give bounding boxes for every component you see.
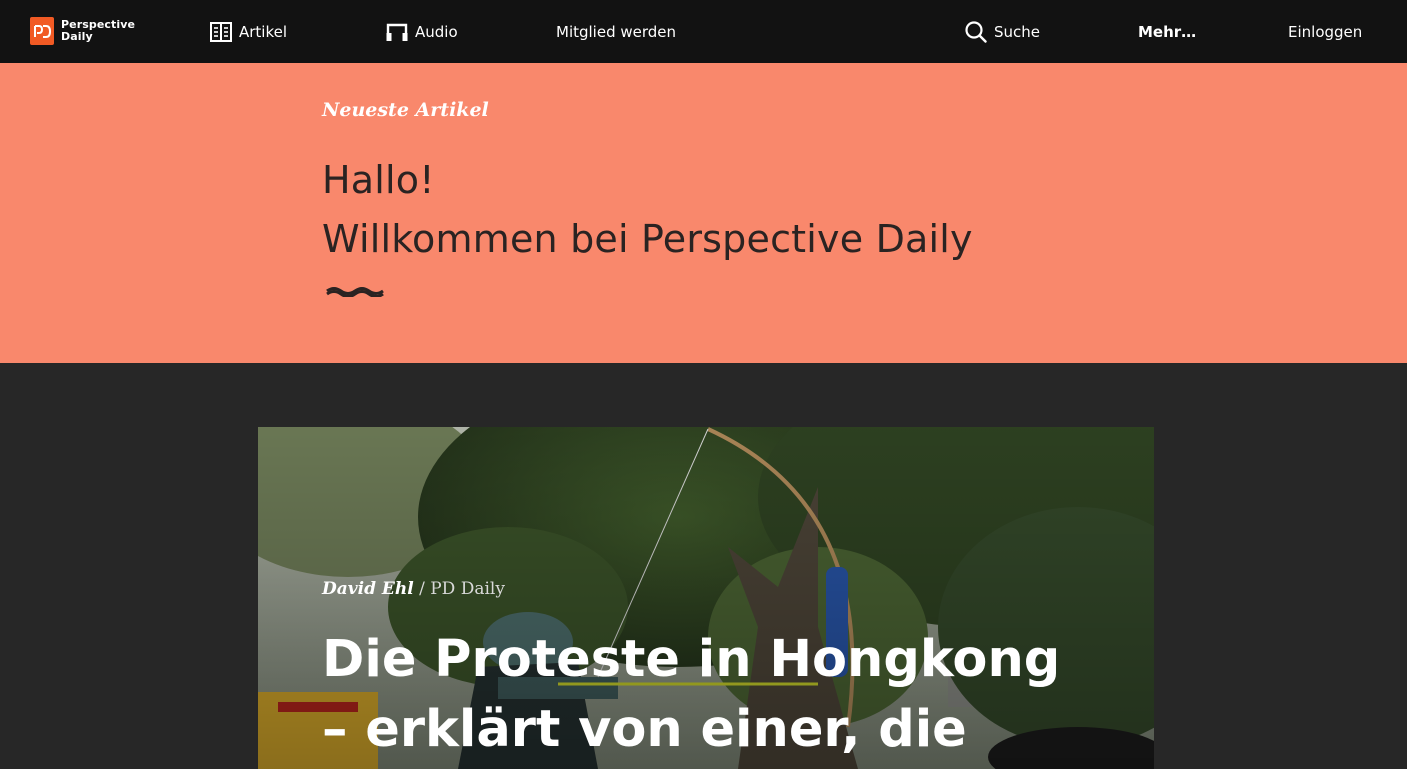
top-navigation: Perspective Daily Artikel Audio Mitglied…: [0, 0, 1407, 63]
featured-article-card[interactable]: David Ehl / PD Daily Die Proteste in Hon…: [258, 427, 1154, 769]
article-byline: David Ehl / PD Daily: [322, 579, 505, 599]
newspaper-icon: [210, 21, 232, 42]
hero-title: Hallo! Willkommen bei Perspective Daily: [322, 151, 973, 269]
article-author[interactable]: David Ehl: [322, 579, 414, 599]
article-section[interactable]: PD Daily: [430, 579, 505, 599]
welcome-hero: Neueste Artikel Hallo! Willkommen bei Pe…: [0, 63, 1407, 363]
nav-more-label: Mehr…: [1138, 22, 1197, 41]
hero-kicker: Neueste Artikel: [322, 99, 489, 121]
nav-search[interactable]: Suche: [965, 0, 1040, 63]
search-icon: [965, 20, 987, 43]
hero-title-line1: Hallo!: [322, 158, 435, 202]
wave-divider-icon: [326, 287, 384, 297]
headphones-icon: [386, 23, 408, 41]
article-title-line2: – erklärt von einer, die: [322, 700, 967, 759]
article-title[interactable]: Die Proteste in Hongkong – erklärt von e…: [322, 625, 1122, 765]
logo-wordmark: Perspective Daily: [61, 19, 135, 43]
byline-separator: /: [419, 579, 425, 599]
nav-membership[interactable]: Mitglied werden: [556, 0, 676, 63]
nav-audio[interactable]: Audio: [386, 0, 458, 63]
hero-title-line2: Willkommen bei Perspective Daily: [322, 217, 973, 261]
nav-artikel[interactable]: Artikel: [210, 0, 287, 63]
nav-audio-label: Audio: [415, 22, 458, 41]
logo-mark-icon: [30, 17, 54, 45]
site-logo[interactable]: Perspective Daily: [30, 17, 135, 45]
nav-login-label: Einloggen: [1288, 22, 1363, 41]
nav-artikel-label: Artikel: [239, 22, 288, 41]
nav-more[interactable]: Mehr…: [1138, 0, 1196, 63]
nav-login[interactable]: Einloggen: [1288, 0, 1362, 63]
article-title-line1: Die Proteste in Hongkong: [322, 630, 1061, 689]
nav-membership-label: Mitglied werden: [556, 22, 677, 41]
logo-name-line2: Daily: [61, 30, 93, 43]
nav-search-label: Suche: [994, 22, 1041, 41]
